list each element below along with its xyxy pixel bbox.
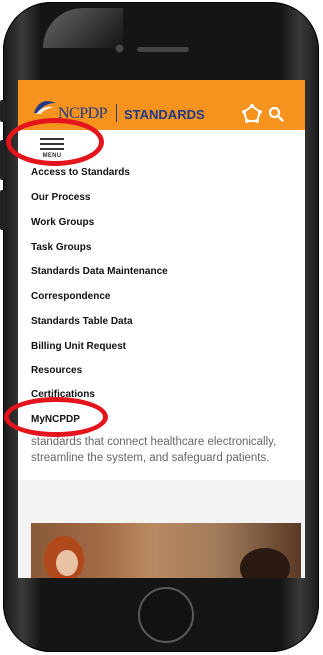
nav-item-task-groups[interactable]: Task Groups: [31, 242, 91, 253]
earpiece-speaker: [137, 47, 189, 52]
home-button[interactable]: [138, 587, 194, 643]
intro-text-line-2: streamline the system, and safeguard pat…: [31, 452, 270, 464]
annotation-circle-menu: [6, 118, 104, 166]
intro-text-line-1: standards that connect healthcare electr…: [31, 436, 277, 448]
nav-item-standards-data-maintenance[interactable]: Standards Data Maintenance: [31, 266, 168, 277]
intro-text: standards that connect healthcare electr…: [31, 434, 301, 466]
nav-item-billing-unit-request[interactable]: Billing Unit Request: [31, 341, 126, 352]
ncpdp-logo-icon[interactable]: [32, 97, 58, 115]
network-icon[interactable]: [242, 104, 262, 124]
nav-item-correspondence[interactable]: Correspondence: [31, 291, 110, 302]
nav-item-resources[interactable]: Resources: [31, 365, 82, 376]
volume-up-button: [0, 140, 5, 180]
logo-divider: [116, 104, 117, 122]
nav-item-work-groups[interactable]: Work Groups: [31, 217, 94, 228]
mute-switch: [0, 100, 5, 122]
annotation-circle-myncpdp: [4, 397, 108, 437]
volume-down-button: [0, 190, 5, 230]
front-camera: [115, 44, 124, 53]
nav-item-access-to-standards[interactable]: Access to Standards: [31, 167, 130, 178]
nav-item-standards-table-data[interactable]: Standards Table Data: [31, 316, 133, 327]
section-label[interactable]: STANDARDS: [124, 107, 205, 122]
nav-item-our-process[interactable]: Our Process: [31, 192, 90, 203]
hero-photo-person-face: [56, 550, 78, 576]
phone-glare: [43, 8, 123, 48]
search-icon[interactable]: [268, 106, 284, 122]
